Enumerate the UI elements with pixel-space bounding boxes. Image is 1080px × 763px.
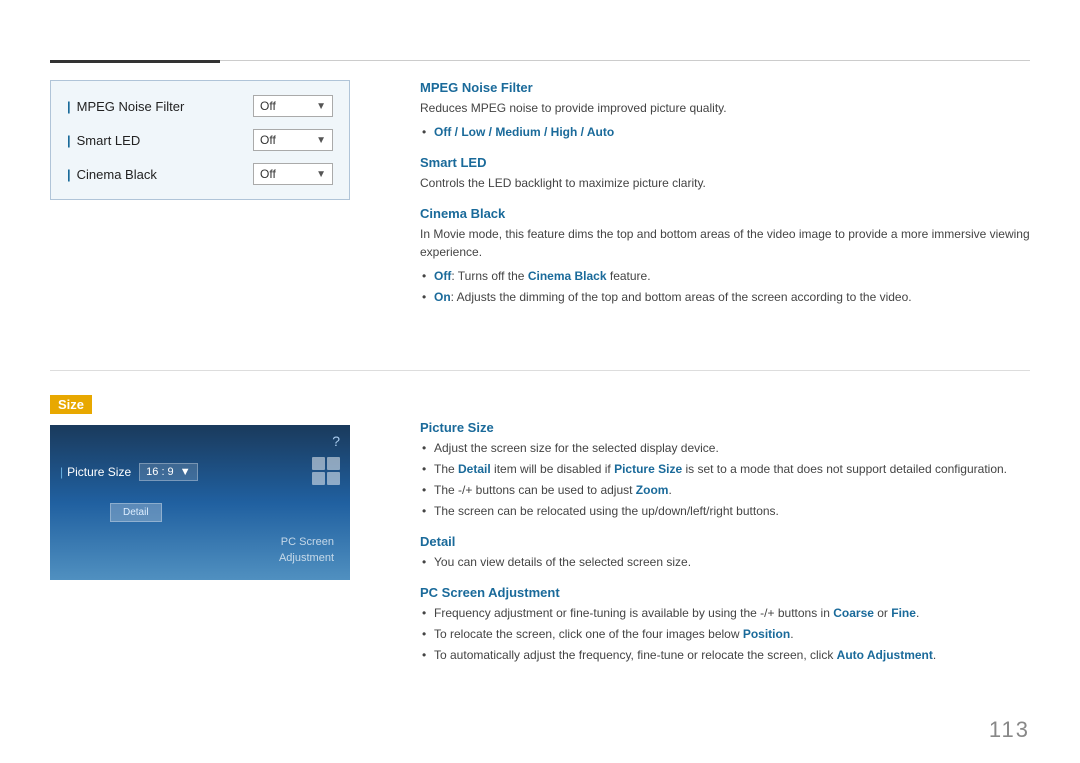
mid-rule	[50, 370, 1030, 371]
grid-cell-2	[327, 457, 340, 470]
cinema-black-dropdown-arrow: ▼	[316, 169, 326, 180]
cinema-black-title: Cinema Black	[420, 206, 1030, 221]
pc-screen-bullet-3: To automatically adjust the frequency, f…	[434, 646, 1030, 664]
cinema-black-bullets: Off: Turns off the Cinema Black feature.…	[420, 267, 1030, 306]
cinema-black-link: Cinema Black	[528, 269, 607, 283]
picture-size-row: Picture Size 16 : 9 ▼	[60, 463, 198, 481]
smart-led-select[interactable]: Off ▼	[253, 129, 333, 151]
coarse-link: Coarse	[833, 606, 874, 620]
picture-size-bullets: Adjust the screen size for the selected …	[420, 439, 1030, 520]
right-panel-bottom: Picture Size Adjust the screen size for …	[420, 420, 1030, 678]
mpeg-options-text: Off / Low / Medium / High / Auto	[434, 125, 614, 139]
detail-title: Detail	[420, 534, 1030, 549]
mpeg-select[interactable]: Off ▼	[253, 95, 333, 117]
bottom-ui-bg: ? Picture Size 16 : 9 ▼ Detail PC Screen…	[50, 425, 350, 580]
pc-screen-line1: PC Screen	[281, 536, 334, 548]
top-rule-dark	[50, 60, 220, 63]
mpeg-title: MPEG Noise Filter	[420, 80, 1030, 95]
picture-size-section: Picture Size Adjust the screen size for …	[420, 420, 1030, 520]
cinema-off-suffix: feature.	[607, 269, 651, 283]
mpeg-description: Reduces MPEG noise to provide improved p…	[420, 99, 1030, 117]
mpeg-options: Off / Low / Medium / High / Auto	[420, 123, 1030, 141]
mpeg-dropdown-arrow: ▼	[316, 101, 326, 112]
picture-size-bullet-1: Adjust the screen size for the selected …	[434, 439, 1030, 457]
picture-size-link: Picture Size	[614, 462, 682, 476]
pc-screen-section: PC Screen Adjustment Frequency adjustmen…	[420, 585, 1030, 664]
ui-panel-top: MPEG Noise Filter Off ▼ Smart LED Off ▼ …	[50, 80, 350, 200]
detail-section: Detail You can view details of the selec…	[420, 534, 1030, 571]
picture-size-label: Picture Size	[60, 465, 131, 479]
cinema-black-description: In Movie mode, this feature dims the top…	[420, 225, 1030, 261]
pc-screen-line2: Adjustment	[279, 552, 334, 564]
smart-led-title: Smart LED	[420, 155, 1030, 170]
smart-led-label: Smart LED	[67, 133, 140, 148]
cinema-on-text: : Adjusts the dimming of the top and bot…	[451, 290, 912, 304]
picture-size-title: Picture Size	[420, 420, 1030, 435]
grid-cell-1	[312, 457, 325, 470]
picture-size-bullet-2: The Detail item will be disabled if Pict…	[434, 460, 1030, 478]
smart-led-dropdown-arrow: ▼	[316, 135, 326, 146]
cinema-off-text: : Turns off the	[451, 269, 528, 283]
picture-size-bullet-4: The screen can be relocated using the up…	[434, 502, 1030, 520]
right-panel-top: MPEG Noise Filter Reduces MPEG noise to …	[420, 80, 1030, 320]
pc-screen-title: PC Screen Adjustment	[420, 585, 1030, 600]
grid-cell-4	[327, 472, 340, 485]
cinema-black-bullet-1: Off: Turns off the Cinema Black feature.	[434, 267, 1030, 285]
ui-panel-bottom: ? Picture Size 16 : 9 ▼ Detail PC Screen…	[50, 425, 350, 580]
pc-screen-bullets: Frequency adjustment or fine-tuning is a…	[420, 604, 1030, 664]
cinema-off-link: Off	[434, 269, 451, 283]
grid-layout-icon	[312, 457, 340, 485]
fine-link: Fine	[891, 606, 916, 620]
smart-led-section: Smart LED Controls the LED backlight to …	[420, 155, 1030, 192]
detail-link: Detail	[458, 462, 491, 476]
smart-led-row: Smart LED Off ▼	[67, 129, 333, 151]
position-link: Position	[743, 627, 790, 641]
mpeg-option-item: Off / Low / Medium / High / Auto	[434, 123, 1030, 141]
cinema-black-row: Cinema Black Off ▼	[67, 163, 333, 185]
mpeg-label: MPEG Noise Filter	[67, 99, 184, 114]
zoom-link: Zoom	[636, 483, 669, 497]
detail-bullets: You can view details of the selected scr…	[420, 553, 1030, 571]
grid-cell-3	[312, 472, 325, 485]
detail-bullet-1: You can view details of the selected scr…	[434, 553, 1030, 571]
cinema-on-link: On	[434, 290, 451, 304]
cinema-black-select[interactable]: Off ▼	[253, 163, 333, 185]
size-label: Size	[50, 395, 92, 414]
detail-button[interactable]: Detail	[110, 503, 162, 522]
picture-size-bullet-3: The -/+ buttons can be used to adjust Zo…	[434, 481, 1030, 499]
cinema-black-label: Cinema Black	[67, 167, 157, 182]
pc-screen-bullet-1: Frequency adjustment or fine-tuning is a…	[434, 604, 1030, 622]
picture-size-value: 16 : 9	[146, 466, 174, 478]
auto-adjustment-link: Auto Adjustment	[837, 648, 933, 662]
cinema-black-bullet-2: On: Adjusts the dimming of the top and b…	[434, 288, 1030, 306]
mpeg-noise-filter-row: MPEG Noise Filter Off ▼	[67, 95, 333, 117]
mpeg-section: MPEG Noise Filter Reduces MPEG noise to …	[420, 80, 1030, 141]
question-mark-icon: ?	[332, 433, 340, 449]
page-number: 113	[989, 717, 1030, 743]
pc-screen-bullet-2: To relocate the screen, click one of the…	[434, 625, 1030, 643]
smart-led-description: Controls the LED backlight to maximize p…	[420, 174, 1030, 192]
picture-size-arrow: ▼	[180, 466, 191, 478]
pc-screen-label: PC Screen Adjustment	[279, 535, 334, 566]
picture-size-select[interactable]: 16 : 9 ▼	[139, 463, 197, 481]
cinema-black-section: Cinema Black In Movie mode, this feature…	[420, 206, 1030, 306]
